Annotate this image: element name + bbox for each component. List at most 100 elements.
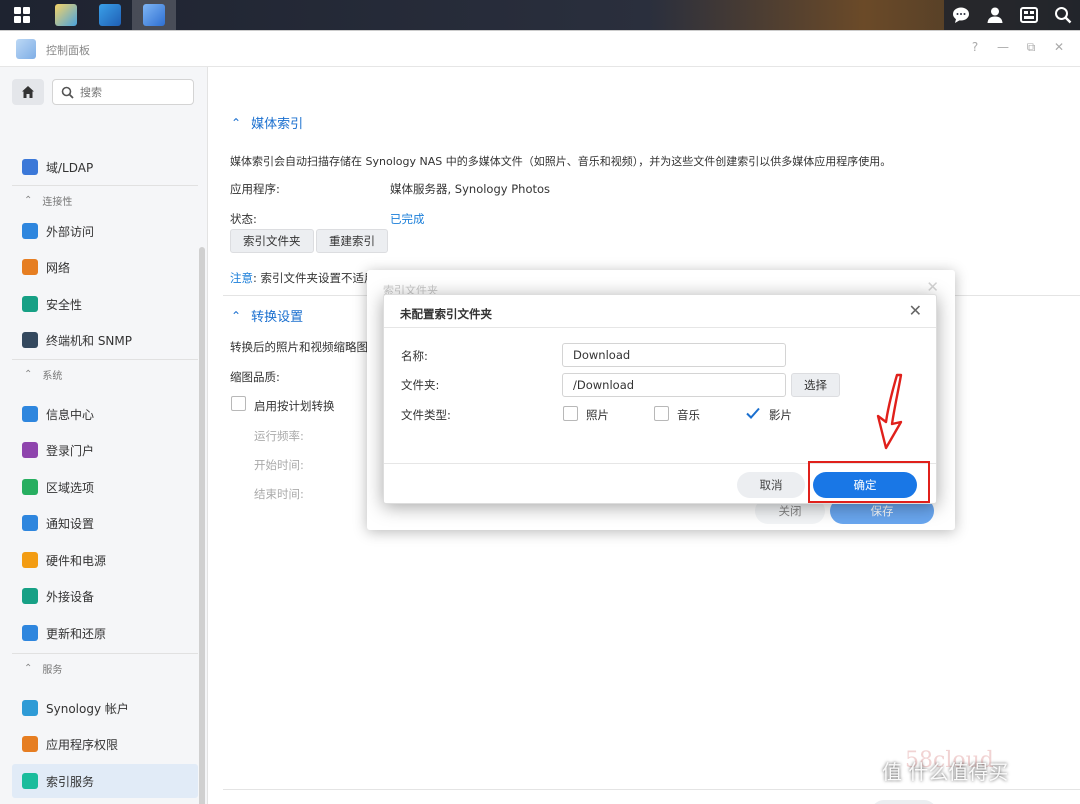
sidebar-group[interactable]: ⌃ 连接性 — [12, 185, 198, 215]
shield-icon — [22, 296, 38, 312]
sidebar-item[interactable]: 应用程序权限 — [12, 727, 198, 761]
sidebar-item[interactable]: 外部访问 — [12, 214, 198, 248]
sidebar-item[interactable]: 终端机和 SNMP — [12, 323, 198, 357]
schedule-checkbox[interactable] — [231, 396, 246, 411]
sidebar-item[interactable]: 硬件和电源 — [12, 543, 198, 577]
region-icon — [22, 479, 38, 495]
sidebar-group-label: 连接性 — [42, 197, 73, 208]
sidebar-item-label: 信息中心 — [46, 407, 95, 422]
status-value: 已完成 — [390, 212, 425, 226]
widgets-icon[interactable] — [1012, 0, 1046, 30]
sidebar-item-label: 登录门户 — [46, 443, 95, 458]
schedule-label: 启用按计划转换 — [254, 399, 335, 413]
close-icon[interactable]: ✕ — [1052, 40, 1066, 55]
sidebar-item[interactable]: 索引服务 — [12, 764, 198, 798]
notification-icon — [22, 515, 38, 531]
folder-field[interactable] — [562, 373, 786, 397]
watermark-text: 值 什么值得买 — [882, 760, 1009, 784]
main-menu-button[interactable] — [0, 0, 44, 30]
taskbar-app-control-panel[interactable] — [132, 0, 176, 30]
sidebar-item-label: 应用程序权限 — [46, 737, 119, 752]
photos-app-icon — [55, 4, 77, 26]
sidebar-item-label: 终端机和 SNMP — [46, 333, 132, 348]
checkmark-icon — [746, 407, 760, 419]
sidebar-item-label: 域/LDAP — [46, 160, 94, 175]
name-field[interactable] — [562, 343, 786, 367]
chevron-up-icon: ⌃ — [231, 308, 242, 323]
grid-icon — [14, 7, 30, 23]
chat-icon[interactable] — [944, 0, 978, 30]
chevron-up-icon: ⌃ — [24, 195, 33, 206]
sidebar-item[interactable]: Synology 帐户 — [12, 691, 198, 725]
sidebar-item[interactable]: 外接设备 — [12, 579, 198, 613]
terminal-icon — [22, 332, 38, 348]
sidebar-group-label: 系统 — [42, 371, 63, 382]
sidebar-item-label: 网络 — [46, 260, 71, 275]
network-app-icon — [99, 4, 121, 26]
taskbar — [0, 0, 1080, 30]
chevron-up-icon: ⌃ — [24, 369, 33, 380]
home-button[interactable] — [12, 79, 44, 105]
sidebar-group[interactable]: ⌃ 系统 — [12, 359, 198, 389]
sidebar-item-label: 外接设备 — [46, 589, 95, 604]
conversion-heading: 转换设置 — [251, 310, 304, 325]
media-index-heading: 媒体索引 — [251, 117, 304, 132]
sidebar-item-label: 安全性 — [46, 297, 83, 312]
select-folder-button[interactable]: 选择 — [791, 373, 840, 397]
close-icon[interactable]: ✕ — [909, 301, 922, 320]
sidebar-item[interactable]: 区域选项 — [12, 470, 198, 504]
network-home-icon — [22, 259, 38, 275]
control-panel-app-icon — [143, 4, 165, 26]
highlight-box — [808, 461, 930, 503]
media-index-description: 媒体索引会自动扫描存储在 Synology NAS 中的多媒体文件（如照片、音乐… — [230, 155, 892, 168]
conversion-description: 转换后的照片和视频缩略图 — [230, 340, 368, 354]
minimize-icon[interactable]: — — [996, 40, 1010, 55]
reindex-button[interactable]: 重建索引 — [316, 229, 388, 253]
sidebar-item[interactable]: 信息中心 — [12, 397, 198, 431]
status-label: 状态: — [230, 212, 257, 226]
sidebar-item[interactable]: 安全性 — [12, 287, 198, 321]
sidebar-item[interactable]: 任务计划 — [12, 800, 198, 804]
index-folder-button[interactable]: 索引文件夹 — [230, 229, 314, 253]
folder-label: 文件夹: — [401, 378, 440, 392]
user-icon[interactable] — [978, 0, 1012, 30]
dialog-header-divider — [384, 327, 936, 328]
video-label: 影片 — [769, 408, 792, 422]
account-icon — [22, 700, 38, 716]
conversion-section-header[interactable]: ⌃ 转换设置 — [231, 306, 304, 326]
sidebar-search[interactable] — [52, 79, 194, 105]
help-icon[interactable]: ? — [968, 40, 982, 55]
sidebar-item-label: 区域选项 — [46, 480, 95, 495]
sidebar: 域/LDAP ⌃ 连接性外部访问网络安全性终端机和 SNMP ⌃ 系统信息中心登录门户区… — [0, 67, 208, 804]
bulb-icon — [22, 552, 38, 568]
sidebar-group[interactable]: ⌃ 服务 — [12, 653, 198, 683]
name-label: 名称: — [401, 349, 428, 363]
music-checkbox[interactable] — [654, 406, 669, 421]
sidebar-item[interactable]: 更新和还原 — [12, 616, 198, 650]
sidebar-item-label: 外部访问 — [46, 224, 95, 239]
media-index-section-header[interactable]: ⌃ 媒体索引 — [231, 113, 304, 133]
search-icon — [61, 86, 74, 99]
sidebar-item-label: 通知设置 — [46, 516, 95, 531]
sidebar-item[interactable]: 通知设置 — [12, 506, 198, 540]
sidebar-item[interactable]: 域/LDAP — [12, 150, 198, 184]
taskbar-app-network[interactable] — [88, 0, 132, 30]
dialog-title: 未配置索引文件夹 — [400, 307, 492, 321]
index-service-icon — [22, 773, 38, 789]
sidebar-scrollbar[interactable] — [199, 247, 205, 804]
taskbar-app-photos[interactable] — [44, 0, 88, 30]
domain-icon — [22, 159, 38, 175]
window-titlebar: 控制面板 ? — ⧉ ✕ — [0, 31, 1080, 67]
external-access-icon — [22, 223, 38, 239]
lock-icon — [22, 736, 38, 752]
video-checkbox[interactable] — [745, 405, 761, 424]
sidebar-item[interactable]: 登录门户 — [12, 433, 198, 467]
search-icon[interactable] — [1046, 0, 1080, 30]
app-label: 应用程序: — [230, 182, 280, 196]
cancel-button[interactable]: 取消 — [737, 472, 805, 498]
reset-button[interactable]: 重置 — [871, 800, 937, 804]
search-input[interactable] — [80, 85, 180, 99]
restore-icon[interactable]: ⧉ — [1024, 40, 1038, 55]
sidebar-item[interactable]: 网络 — [12, 250, 198, 284]
photo-checkbox[interactable] — [563, 406, 578, 421]
